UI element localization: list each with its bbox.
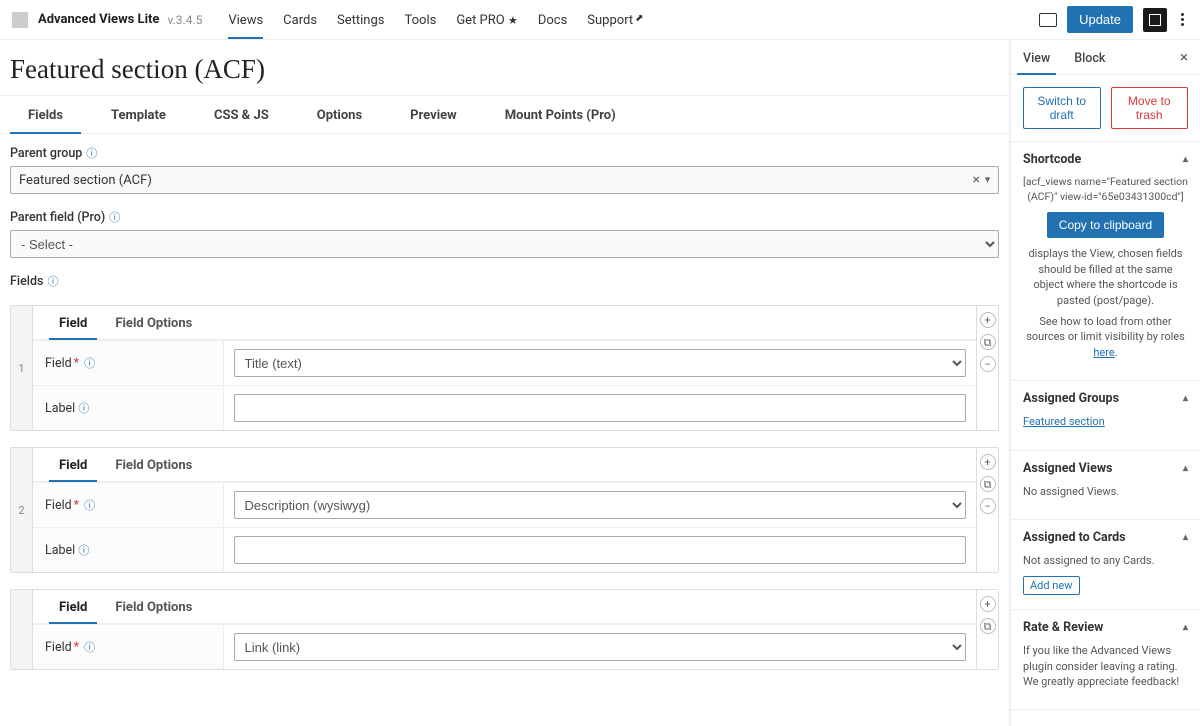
row-label-input[interactable]: [234, 536, 967, 564]
panel-rate-review: Rate & Review▴ If you like the Advanced …: [1011, 610, 1200, 710]
panel-assigned-groups: Assigned Groups▴ Featured section: [1011, 381, 1200, 450]
tab-template[interactable]: Template: [87, 96, 190, 133]
parent-group-label: Parent group: [10, 146, 82, 161]
row-remove-button[interactable]: −: [980, 498, 996, 514]
chevron-up-icon[interactable]: ▴: [1183, 393, 1188, 404]
nav-docs[interactable]: Docs: [528, 3, 577, 36]
info-icon[interactable]: ⓘ: [78, 402, 89, 415]
side-tab-view[interactable]: View: [1011, 41, 1062, 74]
chevron-up-icon[interactable]: ▴: [1183, 622, 1188, 633]
row-tab-options[interactable]: Field Options: [101, 590, 206, 623]
field-row: Field Field Options Field* ⓘ Link (link)…: [10, 589, 999, 670]
app-icon: [12, 12, 28, 28]
info-icon[interactable]: ⓘ: [84, 499, 95, 512]
parent-field-select[interactable]: - Select -: [10, 230, 999, 258]
star-icon: ★: [508, 14, 518, 27]
row-label-label: Label: [45, 543, 75, 558]
row-duplicate-button[interactable]: ⧉: [980, 618, 996, 634]
panel-assigned-cards: Assigned to Cards▴ Not assigned to any C…: [1011, 520, 1200, 610]
panel-shortcode: Shortcode▴ [acf_views name="Featured sec…: [1011, 142, 1200, 381]
panel-assigned-views: Assigned Views▴ No assigned Views.: [1011, 451, 1200, 520]
row-label-label: Label: [45, 401, 75, 416]
row-field-label: Field: [45, 640, 72, 655]
primary-nav: Views Cards Settings Tools Get PRO ★ Doc…: [218, 3, 653, 36]
settings-sidebar: View Block × Switch to draft Move to tra…: [1010, 40, 1200, 726]
row-field-label: Field: [45, 356, 72, 371]
shortcode-text: [acf_views name="Featured section (ACF)"…: [1023, 175, 1188, 204]
row-number[interactable]: [11, 590, 33, 669]
info-icon[interactable]: ⓘ: [109, 212, 120, 223]
chevron-up-icon[interactable]: ▴: [1183, 532, 1188, 543]
field-row: 2 Field Field Options Field* ⓘ Descripti…: [10, 447, 999, 573]
app-version: v.3.4.5: [167, 13, 202, 27]
editor-tabs: Fields Template CSS & JS Options Preview…: [0, 96, 1009, 134]
field-row: 1 Field Field Options Field* ⓘ Title (te…: [10, 305, 999, 431]
info-icon[interactable]: ⓘ: [86, 148, 97, 159]
page-title: Featured section (ACF): [0, 40, 1009, 95]
tab-preview[interactable]: Preview: [386, 96, 481, 133]
device-preview-icon[interactable]: [1039, 13, 1057, 27]
nav-views[interactable]: Views: [218, 3, 273, 36]
tab-cssjs[interactable]: CSS & JS: [190, 96, 293, 133]
parent-group-value: Featured section (ACF): [19, 173, 152, 188]
parent-field-label: Parent field (Pro): [10, 210, 105, 225]
info-icon[interactable]: ⓘ: [84, 357, 95, 370]
chevron-down-icon: ▼: [983, 175, 992, 186]
row-duplicate-button[interactable]: ⧉: [980, 476, 996, 492]
toggle-sidebar-button[interactable]: [1143, 8, 1167, 32]
row-tab-field[interactable]: Field: [45, 448, 101, 481]
copy-clipboard-button[interactable]: Copy to clipboard: [1047, 212, 1164, 238]
parent-group-select[interactable]: Featured section (ACF) × ▼: [10, 166, 999, 194]
nav-settings[interactable]: Settings: [327, 3, 394, 36]
assigned-group-link[interactable]: Featured section: [1023, 415, 1105, 428]
info-icon[interactable]: ⓘ: [47, 276, 58, 287]
tab-options[interactable]: Options: [293, 96, 386, 133]
row-number[interactable]: 1: [11, 306, 33, 430]
close-sidebar-button[interactable]: ×: [1168, 40, 1200, 74]
shortcode-desc: displays the View, chosen fields should …: [1023, 246, 1188, 308]
switch-to-draft-button[interactable]: Switch to draft: [1023, 87, 1101, 129]
move-to-trash-button[interactable]: Move to trash: [1111, 87, 1189, 129]
chevron-up-icon[interactable]: ▴: [1183, 463, 1188, 474]
info-icon[interactable]: ⓘ: [84, 641, 95, 654]
nav-support[interactable]: Support⬈: [577, 3, 653, 36]
row-field-select[interactable]: Title (text): [234, 349, 967, 377]
row-tab-options[interactable]: Field Options: [101, 306, 206, 339]
row-add-button[interactable]: +: [980, 596, 996, 612]
update-button[interactable]: Update: [1067, 6, 1133, 33]
row-add-button[interactable]: +: [980, 312, 996, 328]
row-field-label: Field: [45, 498, 72, 513]
row-label-input[interactable]: [234, 394, 967, 422]
info-icon[interactable]: ⓘ: [78, 544, 89, 557]
row-number[interactable]: 2: [11, 448, 33, 572]
row-tab-options[interactable]: Field Options: [101, 448, 206, 481]
row-field-select[interactable]: Link (link): [234, 633, 967, 661]
shortcode-help-link[interactable]: here: [1093, 346, 1114, 359]
row-add-button[interactable]: +: [980, 454, 996, 470]
nav-getpro[interactable]: Get PRO ★: [446, 3, 528, 36]
chevron-up-icon[interactable]: ▴: [1183, 154, 1188, 165]
clear-icon[interactable]: ×: [973, 172, 980, 188]
row-tab-field[interactable]: Field: [45, 590, 101, 623]
tab-mount[interactable]: Mount Points (Pro): [481, 96, 640, 133]
tab-fields[interactable]: Fields: [4, 96, 87, 133]
side-tab-block[interactable]: Block: [1062, 41, 1117, 74]
app-title: Advanced Views Lite: [38, 12, 159, 27]
row-duplicate-button[interactable]: ⧉: [980, 334, 996, 350]
row-tab-field[interactable]: Field: [45, 306, 101, 339]
external-link-icon: ⬈: [635, 13, 643, 24]
row-field-select[interactable]: Description (wysiwyg): [234, 491, 967, 519]
more-menu[interactable]: [1177, 9, 1188, 30]
fields-label: Fields: [10, 274, 43, 289]
nav-cards[interactable]: Cards: [273, 3, 327, 36]
add-new-card-button[interactable]: Add new: [1023, 576, 1080, 595]
nav-tools[interactable]: Tools: [395, 3, 447, 36]
row-remove-button[interactable]: −: [980, 356, 996, 372]
